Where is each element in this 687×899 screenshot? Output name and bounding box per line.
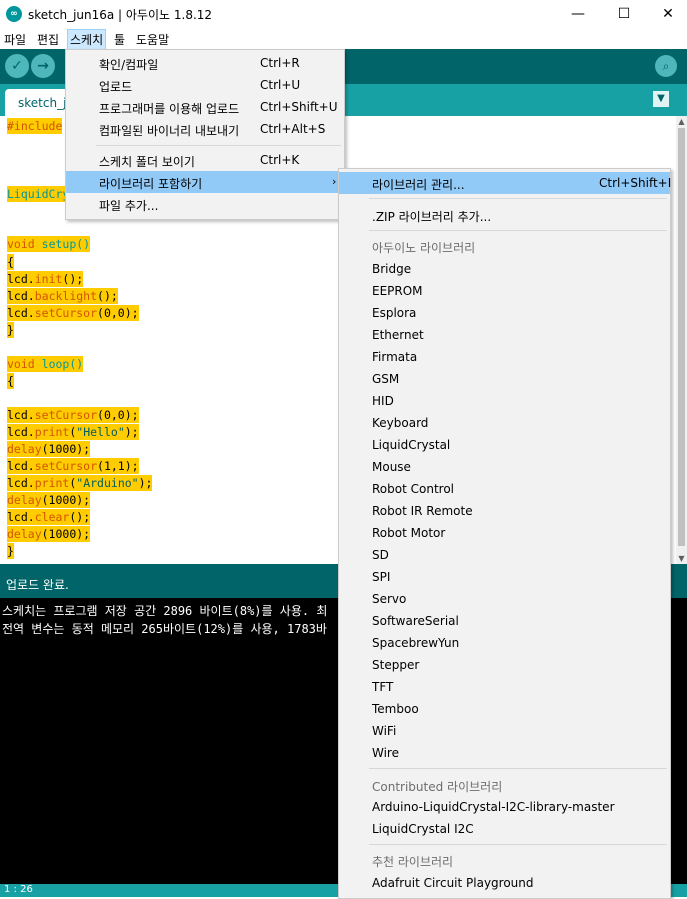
menu-item-export-binary[interactable]: 컴파일된 바이너리 내보내기 Ctrl+Alt+S [66,118,344,140]
console-line: 스케치는 프로그램 저장 공간 2896 바이트(8%)를 사용. 최 [2,604,328,618]
window-title: sketch_jun16a | 아두이노 1.8.12 [28,8,213,22]
code-line: } [7,322,14,338]
code-line: lcd.clear(); [7,509,91,525]
library-item-firmata[interactable]: Firmata [339,346,670,368]
include-library-submenu: 라이브러리 관리... Ctrl+Shift+I .ZIP 라이브러리 추가...… [338,168,671,899]
close-button[interactable]: ✕ [648,2,687,26]
minimize-button[interactable]: — [558,2,598,26]
library-item-gsm[interactable]: GSM [339,368,670,390]
arduino-libraries-header: 아두이노 라이브러리 [372,241,476,255]
code-line: delay(1000); [7,441,91,457]
library-item-esplora[interactable]: Esplora [339,302,670,324]
library-item-bridge[interactable]: Bridge [339,258,670,280]
menu-tools[interactable]: 툴 [112,30,127,49]
library-item-spacebrewyun[interactable]: SpacebrewYun [339,632,670,654]
library-item-hid[interactable]: HID [339,390,670,412]
code-line: delay(1000); [7,526,91,542]
arduino-logo-icon: ∞ [6,6,22,22]
sketch-menu-dropdown: 확인/컴파일 Ctrl+R 업로드 Ctrl+U 프로그래머를 이용해 업로드 Ctr… [65,49,345,220]
library-item-eeprom[interactable]: EEPROM [339,280,670,302]
menu-bar: 파일 편집 스케치 툴 도움말 [0,28,687,50]
code-line: lcd.print("Hello"); [7,424,139,440]
library-item-sd[interactable]: SD [339,544,670,566]
scroll-up-icon[interactable]: ▲ [676,116,687,127]
title-bar: ∞ sketch_jun16a | 아두이노 1.8.12 — ☐ ✕ [0,0,687,28]
editor-scrollbar[interactable]: ▲ ▼ [676,116,687,564]
line-number-info: 1 : 26 [4,884,33,895]
code-line: lcd.print("Arduino"); [7,475,153,491]
library-item-liquidcrystal-i2c[interactable]: LiquidCrystal I2C [339,818,670,840]
tab-label: sketch_j [18,96,67,110]
menu-separator [369,844,667,845]
menu-item-upload-programmer[interactable]: 프로그래머를 이용해 업로드 Ctrl+Shift+U [66,96,344,118]
scrollbar-thumb[interactable] [678,128,685,546]
code-line: } [7,543,14,559]
code-line: { [7,254,14,270]
code-line: lcd.setCursor(0,0); [7,305,139,321]
library-item-mouse[interactable]: Mouse [339,456,670,478]
contributed-libraries-header: Contributed 라이브러리 [372,780,503,794]
serial-monitor-icon[interactable]: ⌕ [655,55,677,77]
library-item-temboo[interactable]: Temboo [339,698,670,720]
menu-item-manage-libraries[interactable]: 라이브러리 관리... Ctrl+Shift+I [339,172,671,194]
code-line: void setup() [7,236,91,252]
library-item-spi[interactable]: SPI [339,566,670,588]
verify-button[interactable]: ✓ [5,54,29,78]
menu-separator [369,198,667,199]
menu-item-upload[interactable]: 업로드 Ctrl+U [66,74,344,96]
library-item-ethernet[interactable]: Ethernet [339,324,670,346]
library-item-servo[interactable]: Servo [339,588,670,610]
tab-menu-chevron-icon[interactable]: ▼ [653,91,669,107]
code-line: lcd.init(); [7,271,84,287]
menu-separator [369,230,667,231]
menu-separator [369,768,667,769]
menu-edit[interactable]: 편집 [35,30,61,49]
library-item-robot-motor[interactable]: Robot Motor [339,522,670,544]
maximize-button[interactable]: ☐ [604,2,644,26]
code-line: LiquidCry [7,186,70,202]
status-message: 업로드 완료. [6,578,69,592]
library-item-softwareserial[interactable]: SoftwareSerial [339,610,670,632]
library-item-wire[interactable]: Wire [339,742,670,764]
menu-sketch[interactable]: 스케치 [67,29,107,50]
library-item-robot-ir-remote[interactable]: Robot IR Remote [339,500,670,522]
menu-item-verify-compile[interactable]: 확인/컴파일 Ctrl+R [66,52,344,74]
code-line: void loop() [7,356,84,372]
menu-help[interactable]: 도움말 [134,30,171,49]
library-item-liquidcrystal[interactable]: LiquidCrystal [339,434,670,456]
submenu-arrow-icon: › [332,175,337,188]
menu-item-add-file[interactable]: 파일 추가... [66,193,344,215]
menu-file[interactable]: 파일 [2,30,28,49]
library-item-keyboard[interactable]: Keyboard [339,412,670,434]
code-line: #include [7,118,63,134]
library-item-stepper[interactable]: Stepper [339,654,670,676]
scroll-down-icon[interactable]: ▼ [676,553,687,564]
code-line: lcd.backlight(); [7,288,118,304]
code-line: lcd.setCursor(0,0); [7,407,139,423]
code-line: lcd.setCursor(1,1); [7,458,139,474]
code-line: delay(1000); [7,492,91,508]
upload-button[interactable]: → [31,54,55,78]
code-line: { [7,373,14,389]
library-item-adafruit-circuit-playground[interactable]: Adafruit Circuit Playground [339,872,670,894]
library-item-tft[interactable]: TFT [339,676,670,698]
menu-item-show-sketch-folder[interactable]: 스케치 폴더 보이기 Ctrl+K [66,149,344,171]
menu-item-add-zip-library[interactable]: .ZIP 라이브러리 추가... [339,204,670,226]
library-item-wifi[interactable]: WiFi [339,720,670,742]
menu-item-include-library[interactable]: 라이브러리 포함하기 › [66,171,344,193]
library-item-liquidcrystal-i2c-master[interactable]: Arduino-LiquidCrystal-I2C-library-master [339,796,670,818]
recommended-libraries-header: 추천 라이브러리 [372,855,454,869]
library-item-robot-control[interactable]: Robot Control [339,478,670,500]
console-line: 전역 변수는 동적 메모리 265바이트(12%)를 사용, 1783바 [2,622,327,636]
menu-separator [96,145,341,146]
